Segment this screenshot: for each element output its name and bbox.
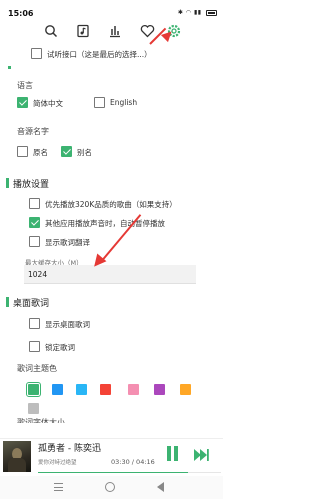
auto-pause-label: 其他应用播放声音时，自动暂停播放: [45, 219, 165, 228]
search-icon[interactable]: [42, 22, 60, 40]
language-en-checkbox[interactable]: [94, 97, 105, 108]
pause-button[interactable]: [167, 446, 179, 461]
section-accent-bar: [6, 178, 9, 188]
section-marker: [8, 66, 11, 69]
lyrics-font-size-title: 歌词字体大小: [17, 418, 65, 423]
show-desktop-lyrics-checkbox[interactable]: [29, 318, 40, 329]
source-alias-checkbox[interactable]: [61, 146, 72, 157]
signal-icon: ▮▮: [193, 9, 202, 16]
theme-color-swatch[interactable]: [180, 384, 191, 395]
wifi-icon: ◠: [185, 9, 192, 16]
system-nav-bar: [0, 476, 223, 499]
prefer-320k-checkbox[interactable]: [29, 198, 40, 209]
back-icon[interactable]: [157, 482, 164, 492]
theme-color-swatch[interactable]: [25, 381, 42, 398]
song-title: 孤勇者 - 陈奕迅: [38, 444, 101, 454]
player-bar[interactable]: 孤勇者 - 陈奕迅 爱你对峙过绝望 03:30 / 04:16: [0, 438, 223, 474]
show-translation-checkbox[interactable]: [29, 236, 40, 247]
lyrics-theme-title: 歌词主题色: [17, 364, 57, 373]
desktop-lyrics-title: 桌面歌词: [13, 299, 50, 309]
source-name-title: 音源名字: [17, 127, 49, 136]
home-icon[interactable]: [105, 482, 115, 492]
language-zh-checkbox[interactable]: [17, 97, 28, 108]
progress-track[interactable]: [38, 472, 221, 473]
lock-lyrics-label: 锁定歌词: [45, 343, 75, 352]
bluetooth-icon: ✱: [177, 9, 184, 16]
next-track-icon[interactable]: [193, 447, 209, 466]
menu-icon[interactable]: [54, 483, 63, 491]
cache-size-input[interactable]: 1024: [24, 265, 196, 284]
show-desktop-lyrics-label: 显示桌面歌词: [45, 320, 90, 329]
lyric-line: 爱你对峙过绝望: [38, 460, 77, 466]
theme-color-swatch[interactable]: [28, 403, 39, 414]
battery-icon: [206, 9, 217, 16]
cache-size-value: 1024: [28, 270, 48, 279]
auto-pause-checkbox[interactable]: [29, 217, 40, 228]
bar-chart-icon[interactable]: [106, 22, 124, 40]
theme-color-swatch[interactable]: [52, 384, 63, 395]
lock-lyrics-checkbox[interactable]: [29, 341, 40, 352]
language-zh-label: 简体中文: [33, 99, 63, 108]
show-translation-label: 显示歌词翻译: [45, 238, 90, 247]
theme-color-swatch[interactable]: [154, 384, 165, 395]
language-title: 语言: [17, 81, 33, 90]
album-art[interactable]: [3, 441, 31, 472]
status-icons: ✱ ◠ ▮▮: [178, 9, 217, 16]
source-alias-label: 别名: [77, 148, 92, 157]
status-time: 15:06: [8, 9, 34, 18]
language-en-label: English: [110, 98, 138, 107]
music-file-icon[interactable]: [74, 22, 92, 40]
prefer-320k-label: 优先播放320K品质的歌曲（如果支持）: [45, 200, 177, 209]
theme-color-swatch[interactable]: [100, 384, 111, 395]
play-time: 03:30 / 04:16: [111, 458, 155, 466]
section-accent-bar: [6, 297, 9, 307]
trial-api-label: 试听接口（这是最后的选择...）: [47, 50, 152, 59]
theme-color-swatch[interactable]: [128, 384, 139, 395]
progress-fill: [38, 472, 189, 473]
playback-title: 播放设置: [13, 180, 50, 190]
trial-api-checkbox[interactable]: [31, 48, 42, 59]
theme-color-swatch[interactable]: [76, 384, 87, 395]
source-original-checkbox[interactable]: [17, 146, 28, 157]
source-original-label: 原名: [33, 148, 48, 157]
